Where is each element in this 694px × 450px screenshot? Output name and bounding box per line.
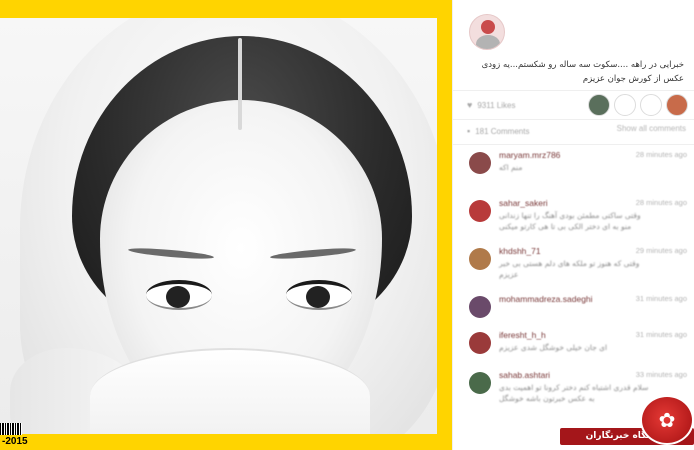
show-all-comments-link[interactable]: Show all comments bbox=[617, 124, 686, 133]
comment-time: 28 minutes ago bbox=[635, 150, 687, 159]
commenter-avatar[interactable] bbox=[469, 332, 491, 354]
liker-avatar[interactable] bbox=[640, 94, 662, 116]
divider bbox=[453, 144, 694, 145]
comment-time: 31 minutes ago bbox=[635, 330, 687, 339]
watermark-logo-icon: ✿ bbox=[640, 395, 694, 445]
commenter-username[interactable]: sahab.ashtari bbox=[499, 370, 550, 380]
post-caption: خبرایی در راهه ....سکوت سه ساله رو شکستم… bbox=[462, 58, 684, 86]
barcode-icon bbox=[0, 423, 22, 435]
commenter-avatar[interactable] bbox=[469, 152, 491, 174]
comment-text: ای جان خیلی خوشگل شدی عزیزم bbox=[499, 343, 608, 352]
heart-icon: ♥ bbox=[467, 100, 473, 110]
liker-avatar[interactable] bbox=[614, 94, 636, 116]
comments-count: 181 Comments bbox=[475, 126, 530, 136]
comment-time: 28 minutes ago bbox=[635, 198, 687, 207]
comment-item: khdshh_71 29 minutes ago وقتی که هنوز تو… bbox=[453, 244, 694, 292]
comment-bubble-icon: ▪ bbox=[467, 126, 471, 136]
comment-text: وقتی ساکتی مطمئن بودی آهنگ را تنها زندان… bbox=[499, 211, 641, 231]
post-photo-panel[interactable]: -2015 bbox=[0, 0, 452, 450]
likes-count: 9311 Likes bbox=[477, 100, 516, 110]
photo-eye-left bbox=[146, 280, 212, 310]
liker-avatar[interactable] bbox=[588, 94, 610, 116]
commenter-avatar[interactable] bbox=[469, 372, 491, 394]
photo-hair-part bbox=[238, 38, 242, 130]
comments-list: maryam.mrz786 28 minutes ago منم اکه sah… bbox=[453, 148, 694, 416]
commenter-username[interactable]: maryam.mrz786 bbox=[499, 150, 560, 160]
commenter-avatar[interactable] bbox=[469, 200, 491, 222]
commenter-username[interactable]: iferesht_h_h bbox=[499, 330, 546, 340]
commenter-username[interactable]: sahar_sakeri bbox=[499, 198, 548, 208]
comment-time: 33 minutes ago bbox=[635, 370, 687, 379]
comment-text: وقتی که هنوز تو ملکه های دلم هستی بی خبر… bbox=[499, 259, 640, 279]
photo-cup bbox=[90, 348, 370, 434]
liker-avatar[interactable] bbox=[666, 94, 688, 116]
photo-iris-right bbox=[306, 286, 330, 308]
comment-item: iferesht_h_h 31 minutes ago ای جان خیلی … bbox=[453, 328, 694, 368]
post-photo[interactable] bbox=[0, 18, 437, 434]
comment-time: 31 minutes ago bbox=[635, 294, 687, 303]
comment-item: mohammadreza.sadeghi 31 minutes ago bbox=[453, 292, 694, 328]
comment-item: maryam.mrz786 28 minutes ago منم اکه bbox=[453, 148, 694, 196]
likes-row[interactable]: ♥ 9311 Likes bbox=[467, 97, 515, 113]
cover-year: -2015 bbox=[2, 436, 28, 447]
comment-item: sahar_sakeri 28 minutes ago وقتی ساکتی م… bbox=[453, 196, 694, 244]
commenter-username[interactable]: khdshh_71 bbox=[499, 246, 541, 256]
author-avatar[interactable] bbox=[469, 14, 505, 50]
watermark: باشگاه خبرنگاران ✿ bbox=[560, 395, 694, 450]
caption-line-1: خبرایی در راهه ....سکوت سه ساله رو شکستم… bbox=[481, 60, 684, 70]
comment-text: منم اکه bbox=[499, 163, 523, 172]
post-side-panel: خبرایی در راهه ....سکوت سه ساله رو شکستم… bbox=[452, 0, 694, 450]
commenter-avatar[interactable] bbox=[469, 296, 491, 318]
likers-avatars bbox=[588, 94, 688, 116]
commenter-username[interactable]: mohammadreza.sadeghi bbox=[499, 294, 593, 304]
photo-iris-left bbox=[166, 286, 190, 308]
photo-eye-right bbox=[286, 280, 352, 310]
caption-line-2: عکس از کورش جوان عزیزم bbox=[582, 74, 684, 84]
commenter-avatar[interactable] bbox=[469, 248, 491, 270]
divider bbox=[453, 119, 694, 120]
divider bbox=[453, 90, 694, 91]
comments-row[interactable]: ▪ 181 Comments bbox=[467, 123, 529, 139]
comment-time: 29 minutes ago bbox=[635, 246, 687, 255]
